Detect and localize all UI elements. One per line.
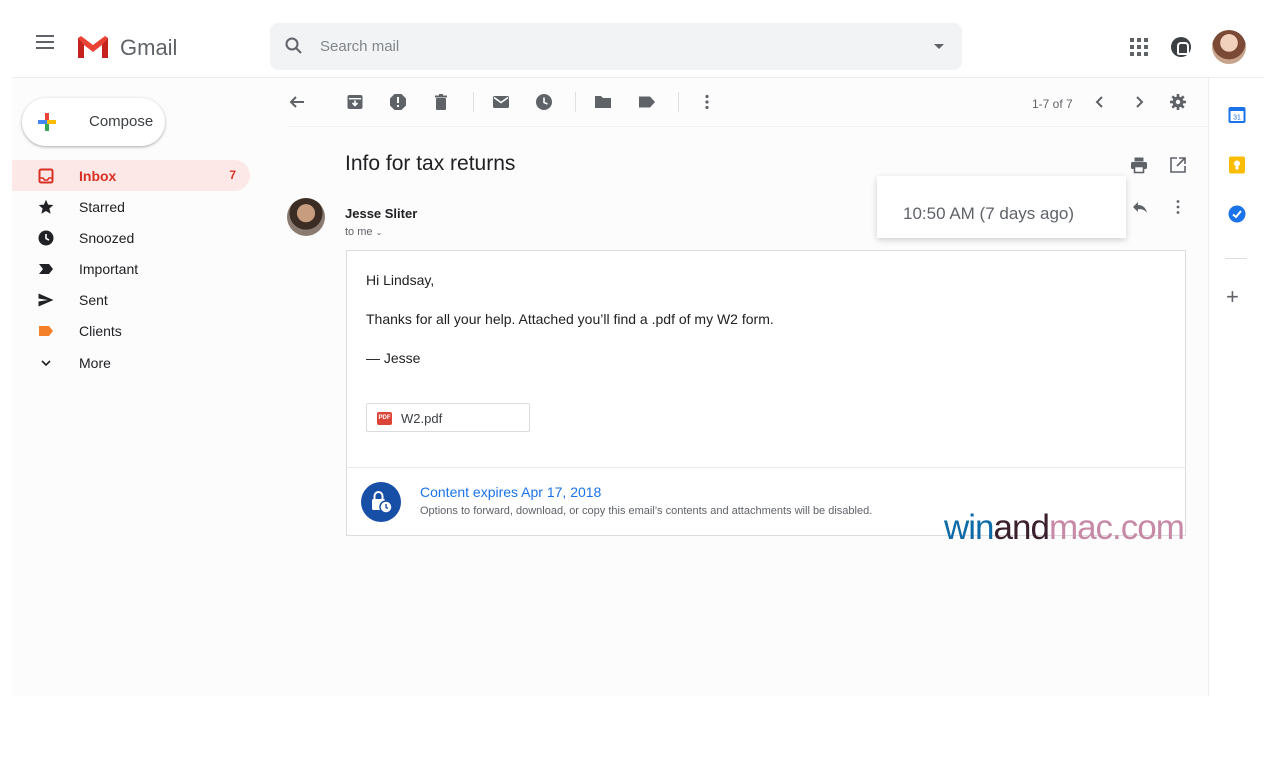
watermark-part: mac.com bbox=[1048, 508, 1185, 547]
compose-button[interactable]: Compose bbox=[22, 98, 165, 146]
add-addon-plus-icon[interactable]: + bbox=[1226, 286, 1239, 308]
gmail-window: Gmail Search mail Compose Inbox 7 Starre… bbox=[12, 0, 1264, 696]
svg-text:31: 31 bbox=[1233, 115, 1241, 122]
sidebar-item-label: Starred bbox=[79, 199, 125, 215]
reply-icon[interactable] bbox=[1131, 198, 1149, 216]
label-as-icon[interactable] bbox=[638, 93, 656, 111]
chevron-right-icon[interactable] bbox=[1130, 93, 1148, 111]
chevron-left-icon[interactable] bbox=[1091, 93, 1109, 111]
mark-unread-icon[interactable] bbox=[492, 93, 510, 111]
account-avatar[interactable] bbox=[1212, 30, 1246, 64]
archive-icon[interactable] bbox=[346, 93, 364, 111]
toolbar-separator bbox=[678, 92, 679, 112]
open-in-new-window-icon[interactable] bbox=[1169, 156, 1187, 174]
snooze-icon[interactable] bbox=[535, 93, 553, 111]
sidebar-item-label: Important bbox=[79, 261, 139, 277]
attachment-chip[interactable]: PDF W2.pdf bbox=[366, 403, 530, 432]
message-more-options-icon[interactable] bbox=[1169, 198, 1187, 216]
confidential-divider bbox=[347, 467, 1185, 468]
sidebar-item-starred[interactable]: Starred bbox=[12, 191, 250, 222]
email-subject: Info for tax returns bbox=[345, 152, 516, 175]
tasks-icon[interactable] bbox=[1228, 205, 1246, 223]
watermark-part: win bbox=[944, 508, 995, 547]
watermark: winandmac.com bbox=[944, 508, 1185, 548]
print-icon[interactable] bbox=[1130, 156, 1148, 174]
search-bar[interactable]: Search mail bbox=[270, 23, 962, 70]
watermark-part: and bbox=[993, 508, 1050, 547]
top-header: Gmail Search mail bbox=[12, 0, 1264, 78]
search-options-caret-icon[interactable] bbox=[934, 44, 944, 49]
label-icon bbox=[39, 326, 53, 336]
timestamp-tooltip: 10:50 AM (7 days ago) bbox=[877, 176, 1126, 238]
sidebar-item-label: Snoozed bbox=[79, 230, 135, 246]
search-input[interactable]: Search mail bbox=[320, 38, 399, 55]
attachment-name: W2.pdf bbox=[401, 411, 443, 426]
sidebar-item-snoozed[interactable]: Snoozed bbox=[12, 222, 250, 253]
calendar-icon[interactable]: 31 bbox=[1228, 106, 1246, 124]
plus-icon bbox=[38, 113, 56, 131]
delete-icon[interactable] bbox=[432, 93, 450, 111]
important-icon bbox=[39, 264, 53, 274]
clock-icon bbox=[38, 230, 54, 246]
settings-gear-icon[interactable] bbox=[1169, 93, 1187, 111]
sender-name[interactable]: Jesse Sliter bbox=[345, 206, 417, 221]
search-icon[interactable] bbox=[284, 36, 304, 56]
recipient-label: to me bbox=[345, 226, 373, 238]
sidebar-item-clients[interactable]: Clients bbox=[12, 315, 250, 346]
sidebar-item-inbox[interactable]: Inbox 7 bbox=[12, 160, 250, 191]
sidebar-item-label: More bbox=[79, 355, 111, 371]
toolbar-separator bbox=[473, 92, 474, 112]
star-icon bbox=[38, 199, 54, 214]
chevron-down-icon bbox=[41, 360, 51, 367]
sidebar-item-label: Inbox bbox=[79, 168, 117, 184]
chevron-down-icon[interactable]: ⌄ bbox=[376, 228, 383, 237]
move-to-folder-icon[interactable] bbox=[594, 93, 612, 111]
sidebar-item-sent[interactable]: Sent bbox=[12, 284, 250, 315]
email-body: Hi Lindsay, Thanks for all your help. At… bbox=[346, 250, 1186, 536]
content-expiry-link[interactable]: Content expires Apr 17, 2018 bbox=[420, 484, 601, 500]
sender-avatar[interactable] bbox=[287, 198, 325, 236]
inbox-icon bbox=[38, 168, 54, 184]
back-arrow-icon[interactable] bbox=[288, 93, 306, 111]
apps-grid-icon[interactable] bbox=[1130, 38, 1148, 56]
send-icon bbox=[38, 293, 54, 307]
toolbar-divider bbox=[288, 126, 1208, 127]
sidebar-item-more[interactable]: More bbox=[12, 347, 250, 378]
content-expiry-description: Options to forward, download, or copy th… bbox=[420, 505, 873, 517]
side-panel: 31 + bbox=[1208, 78, 1264, 696]
report-spam-icon[interactable] bbox=[389, 93, 407, 111]
gmail-logo-icon[interactable] bbox=[76, 34, 110, 60]
notifications-icon[interactable] bbox=[1171, 37, 1191, 57]
side-panel-separator bbox=[1225, 258, 1247, 259]
keep-notes-icon[interactable] bbox=[1228, 156, 1246, 174]
recipient-details[interactable]: to me ⌄ bbox=[345, 226, 382, 238]
inbox-unread-count: 7 bbox=[229, 168, 236, 182]
sidebar-item-important[interactable]: Important bbox=[12, 253, 250, 284]
confidential-mode-lock-clock-icon bbox=[361, 482, 401, 522]
pagination-count: 1-7 of 7 bbox=[1032, 97, 1073, 111]
sidebar-item-label: Clients bbox=[79, 323, 122, 339]
sidebar-item-label: Sent bbox=[79, 292, 108, 308]
pdf-file-icon: PDF bbox=[377, 412, 392, 425]
app-name: Gmail bbox=[120, 35, 178, 60]
body-signature: — Jesse bbox=[366, 350, 421, 366]
more-options-icon[interactable] bbox=[698, 93, 716, 111]
main-menu-icon[interactable] bbox=[36, 35, 54, 49]
compose-label: Compose bbox=[89, 113, 154, 130]
toolbar-separator bbox=[575, 92, 576, 112]
body-paragraph: Thanks for all your help. Attached you’l… bbox=[366, 311, 774, 327]
body-greeting: Hi Lindsay, bbox=[366, 272, 435, 288]
